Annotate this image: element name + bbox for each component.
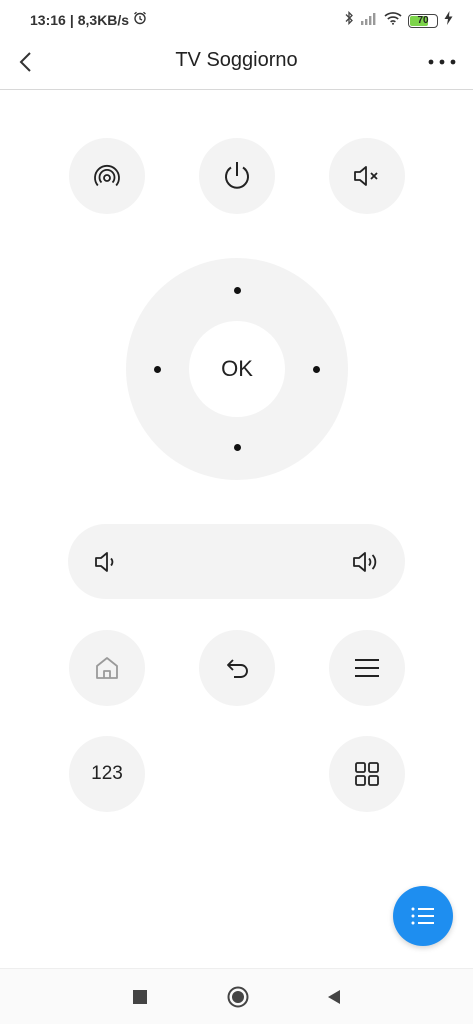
mute-icon xyxy=(354,166,378,186)
list-icon xyxy=(411,907,434,925)
menu-icon xyxy=(355,659,379,677)
dpad-up-button[interactable] xyxy=(234,287,241,294)
volume-up-icon xyxy=(353,552,377,572)
more-dots-icon xyxy=(428,59,456,65)
power-icon xyxy=(225,162,249,189)
return-button[interactable] xyxy=(199,630,275,706)
more-options-button[interactable] xyxy=(425,49,459,75)
triangle-back-icon xyxy=(328,990,340,1004)
source-button[interactable] xyxy=(69,138,145,214)
volume-up-button[interactable] xyxy=(348,543,386,581)
home-nav-button[interactable] xyxy=(224,983,252,1011)
status-separator: | xyxy=(69,11,74,28)
page-title: TV Soggiorno xyxy=(175,49,298,71)
app-header: TV Soggiorno xyxy=(0,40,473,90)
volume-down-button[interactable] xyxy=(88,543,126,581)
charging-icon xyxy=(444,11,453,30)
system-nav-bar xyxy=(0,968,473,1024)
dpad-down-button[interactable] xyxy=(234,444,241,451)
battery-icon: 70 xyxy=(408,13,438,28)
status-speed: 8,3KB/s xyxy=(77,11,130,28)
wifi-icon xyxy=(384,11,402,30)
source-icon xyxy=(94,164,120,187)
power-button[interactable] xyxy=(199,138,275,214)
bluetooth-icon xyxy=(344,10,354,30)
status-time: 13:16 xyxy=(30,11,66,28)
numpad-button[interactable]: 123 xyxy=(69,736,145,812)
grid-icon xyxy=(355,762,379,786)
dpad: OK xyxy=(126,258,348,480)
battery-level: 70 xyxy=(417,15,429,26)
status-right: 70 xyxy=(344,10,453,30)
home-button[interactable] xyxy=(69,630,145,706)
menu-button[interactable] xyxy=(329,630,405,706)
volume-down-icon xyxy=(95,552,114,572)
recents-button[interactable] xyxy=(126,983,154,1011)
ok-button[interactable]: OK xyxy=(189,321,285,417)
status-left: 13:16 | 8,3KB/s xyxy=(30,11,147,28)
square-icon xyxy=(133,990,147,1004)
signal-icon xyxy=(360,12,378,30)
mute-button[interactable] xyxy=(329,138,405,214)
circle-icon xyxy=(227,986,249,1008)
back-nav-button[interactable] xyxy=(320,983,348,1011)
status-bar: 13:16 | 8,3KB/s 70 xyxy=(0,0,473,40)
list-fab-button[interactable] xyxy=(393,886,453,946)
volume-bar xyxy=(68,524,405,599)
home-icon xyxy=(96,657,118,679)
dpad-right-button[interactable] xyxy=(313,366,320,373)
apps-button[interactable] xyxy=(329,736,405,812)
alarm-icon xyxy=(133,11,147,28)
dpad-left-button[interactable] xyxy=(154,366,161,373)
numpad-label: 123 xyxy=(91,763,123,784)
return-icon xyxy=(227,659,248,678)
